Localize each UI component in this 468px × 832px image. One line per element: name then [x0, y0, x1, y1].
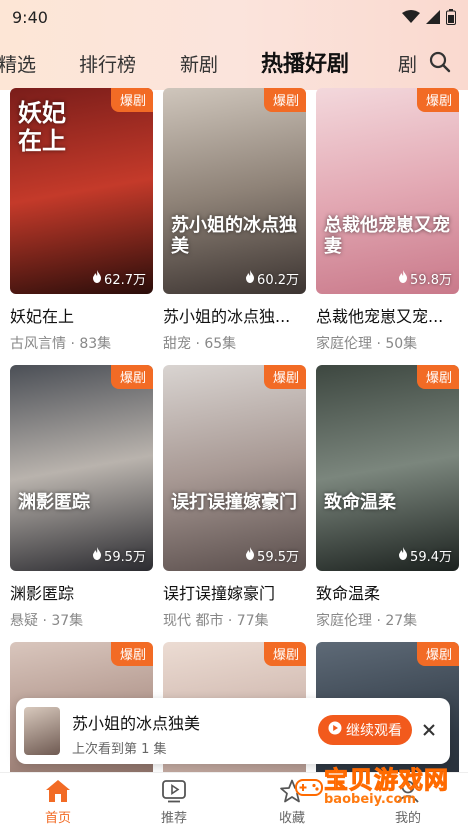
continue-watching-popup[interactable]: 苏小姐的冰点独美 上次看到第 1 集 继续观看	[16, 698, 450, 764]
flame-icon	[398, 547, 408, 564]
resume-subtitle: 上次看到第 1 集	[72, 742, 167, 757]
tab-ranking[interactable]: 排行榜	[79, 50, 136, 77]
wifi-icon	[402, 10, 420, 24]
flame-icon	[245, 270, 255, 287]
drama-meta: 现代 都市 · 77集	[163, 613, 269, 629]
view-count: 62.7万	[92, 269, 146, 288]
poster-title-art: 总裁他宠崽又宠妻	[324, 215, 450, 257]
battery-icon	[446, 9, 456, 25]
drama-meta: 古风言情 · 83集	[10, 336, 112, 352]
hot-badge: 爆剧	[110, 642, 153, 666]
tab-new[interactable]: 新剧	[180, 50, 218, 77]
drama-poster[interactable]: 妖妃在上 爆剧 62.7万	[10, 88, 153, 294]
hot-badge: 爆剧	[416, 88, 459, 112]
watermark-url: baobeiy.com	[324, 792, 416, 807]
resume-thumbnail	[24, 707, 60, 755]
poster-image	[316, 365, 459, 571]
drama-meta: 甜宠 · 65集	[163, 336, 237, 352]
poster-image	[10, 365, 153, 571]
nav-home-label: 首页	[44, 811, 71, 826]
close-icon[interactable]	[418, 719, 440, 741]
signal-icon	[426, 10, 440, 24]
poster-title-art: 苏小姐的冰点独美	[171, 215, 297, 257]
view-count-label: 60.2万	[257, 273, 299, 288]
poster-title-art: 渊影匿踪	[18, 492, 90, 513]
drama-card[interactable]: 致命温柔 爆剧 59.4万 致命温柔 家庭伦理 · 27集	[316, 365, 459, 630]
view-count: 59.5万	[92, 546, 146, 565]
home-icon	[28, 779, 88, 803]
drama-title[interactable]: 苏小姐的冰点独...	[163, 303, 306, 327]
drama-title[interactable]: 渊影匿踪	[10, 580, 153, 604]
search-icon[interactable]	[428, 50, 452, 74]
hot-badge: 爆剧	[263, 642, 306, 666]
gamepad-icon	[294, 772, 324, 802]
drama-card[interactable]: 苏小姐的冰点独美 爆剧 60.2万苏小姐的冰点独... 甜宠 · 65集	[163, 88, 306, 353]
drama-card[interactable]: 总裁他宠崽又宠妻 爆剧 59.8万总裁他宠崽又宠... 家庭伦理 · 50集	[316, 88, 459, 353]
drama-poster[interactable]: 苏小姐的冰点独美 爆剧 60.2万	[163, 88, 306, 294]
drama-poster[interactable]: 总裁他宠崽又宠妻 爆剧 59.8万	[316, 88, 459, 294]
nav-recommend-label: 推荐	[160, 811, 187, 826]
tab-drama[interactable]: 剧	[398, 50, 417, 77]
top-tabs: 精选 排行榜 新剧 热播好剧 剧	[0, 40, 468, 84]
tab-hot[interactable]: 热播好剧	[261, 46, 349, 78]
drama-card[interactable]: 误打误撞嫁豪门 爆剧 59.5万 误打误撞嫁豪门 现代 都市 · 77集	[163, 365, 306, 630]
hot-badge: 爆剧	[263, 365, 306, 389]
drama-title[interactable]: 妖妃在上	[10, 303, 153, 327]
continue-watching-button[interactable]: 继续观看	[318, 715, 412, 745]
watermark-text: 宝贝游戏网	[324, 766, 449, 795]
play-circle-icon	[328, 721, 342, 739]
flame-icon	[398, 270, 408, 287]
view-count: 59.5万	[245, 546, 299, 565]
hot-badge: 爆剧	[110, 88, 153, 112]
view-count-label: 59.5万	[257, 550, 299, 565]
view-count: 59.4万	[398, 546, 452, 565]
nav-home[interactable]: 首页	[28, 779, 88, 826]
drama-poster[interactable]: 致命温柔 爆剧 59.4万	[316, 365, 459, 571]
poster-title-art: 致命温柔	[324, 492, 396, 513]
tab-featured[interactable]: 精选	[0, 50, 36, 77]
status-time: 9:40	[12, 7, 48, 27]
poster-image	[163, 365, 306, 571]
hot-badge: 爆剧	[416, 365, 459, 389]
flame-icon	[92, 547, 102, 564]
drama-meta: 家庭伦理 · 27集	[316, 613, 418, 629]
view-count: 59.8万	[398, 269, 452, 288]
drama-meta: 家庭伦理 · 50集	[316, 336, 418, 352]
view-count-label: 59.8万	[410, 273, 452, 288]
nav-recommend[interactable]: 推荐	[144, 779, 204, 826]
hot-badge: 爆剧	[263, 88, 306, 112]
flame-icon	[245, 547, 255, 564]
poster-title-art: 误打误撞嫁豪门	[171, 492, 297, 513]
poster-title-art: 妖妃在上	[18, 99, 66, 155]
resume-title: 苏小姐的冰点独美	[72, 714, 201, 733]
continue-watching-label: 继续观看	[346, 723, 402, 739]
play-icon	[144, 779, 204, 803]
drama-card[interactable]: 渊影匿踪 爆剧 59.5万 渊影匿踪 悬疑 · 37集	[10, 365, 153, 630]
watermark: 宝贝游戏网 baobeiy.com	[294, 758, 454, 818]
flame-icon	[92, 270, 102, 287]
view-count-label: 59.4万	[410, 550, 452, 565]
drama-poster[interactable]: 误打误撞嫁豪门 爆剧 59.5万	[163, 365, 306, 571]
drama-title[interactable]: 致命温柔	[316, 580, 459, 604]
view-count-label: 62.7万	[104, 273, 146, 288]
drama-card[interactable]: 妖妃在上 爆剧 62.7万 妖妃在上 古风言情 · 83集	[10, 88, 153, 353]
drama-poster[interactable]: 渊影匿踪 爆剧 59.5万	[10, 365, 153, 571]
hot-badge: 爆剧	[416, 642, 459, 666]
view-count-label: 59.5万	[104, 550, 146, 565]
drama-meta: 悬疑 · 37集	[10, 613, 84, 629]
view-count: 60.2万	[245, 269, 299, 288]
poster-image	[163, 88, 306, 294]
poster-image	[316, 88, 459, 294]
drama-title[interactable]: 误打误撞嫁豪门	[163, 580, 306, 604]
drama-title[interactable]: 总裁他宠崽又宠...	[316, 303, 459, 327]
status-bar: 9:40	[0, 0, 468, 34]
hot-badge: 爆剧	[110, 365, 153, 389]
